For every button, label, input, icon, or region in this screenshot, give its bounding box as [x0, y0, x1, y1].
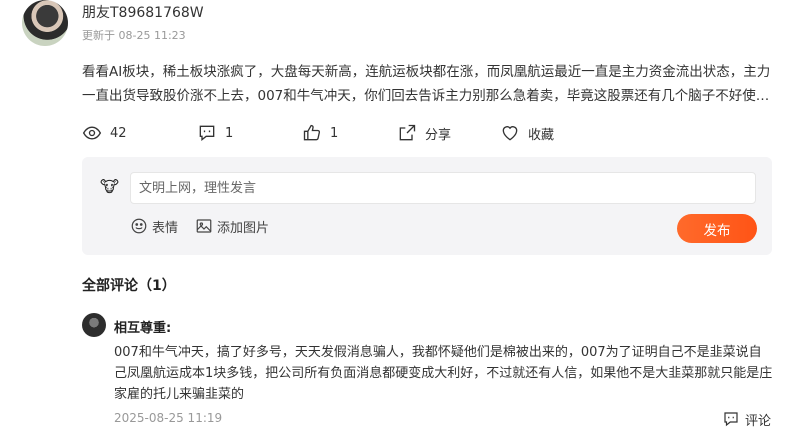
favorite-label: 收藏 — [528, 127, 555, 143]
share-button[interactable]: 分享 — [397, 122, 451, 144]
comment-icon — [724, 412, 738, 427]
publish-button[interactable]: 发布 — [677, 214, 757, 243]
commenter-avatar[interactable] — [82, 313, 106, 337]
current-user-avatar-icon: 🐮 — [100, 177, 119, 196]
reply-button[interactable]: 评论 — [722, 409, 771, 429]
update-time: 更新于 08-25 11:23 — [82, 29, 186, 42]
share-label: 分享 — [425, 127, 452, 143]
reply-label: 评论 — [745, 413, 772, 429]
user-avatar[interactable] — [22, 0, 68, 46]
smiley-icon — [131, 218, 147, 234]
comment-input[interactable] — [130, 172, 756, 204]
views-counter: 42 — [82, 122, 127, 144]
comment-button[interactable]: 1 — [197, 122, 233, 144]
like-button[interactable]: 1 — [302, 122, 338, 144]
views-count: 42 — [110, 125, 127, 141]
comments-section-title: 全部评论（1） — [82, 278, 176, 294]
eye-icon — [82, 126, 102, 140]
comment-composer: 🐮 表情 添加图片 发布 — [82, 157, 772, 255]
comment-icon — [199, 125, 215, 142]
favorite-button[interactable]: 收藏 — [500, 122, 554, 144]
share-icon — [399, 124, 416, 141]
comment-text: 007和牛气冲天，搞了好多号，天天发假消息骗人，我都怀疑他们是棉被出来的，007… — [114, 345, 773, 402]
image-icon — [196, 219, 212, 233]
heart-icon — [502, 126, 518, 141]
like-count: 1 — [330, 125, 339, 141]
post-actions: 42 1 1 分享 收藏 — [82, 122, 582, 144]
add-image-label: 添加图片 — [217, 220, 270, 236]
commenter-name[interactable]: 相互尊重: — [114, 317, 171, 336]
comment-time: 2025-08-25 11:19 — [114, 411, 223, 425]
emoji-button[interactable]: 表情 — [130, 215, 178, 237]
comment-count: 1 — [225, 125, 234, 141]
username[interactable]: 朋友T89681768W — [82, 2, 204, 22]
emoji-label: 表情 — [152, 220, 179, 236]
post-text[interactable]: 看看AI板块，稀土板块涨疯了，大盘每天新高，连航运板块都在涨，而凤凰航运最近一直… — [82, 60, 772, 108]
thumbs-up-icon — [303, 124, 321, 141]
add-image-button[interactable]: 添加图片 — [195, 215, 269, 237]
